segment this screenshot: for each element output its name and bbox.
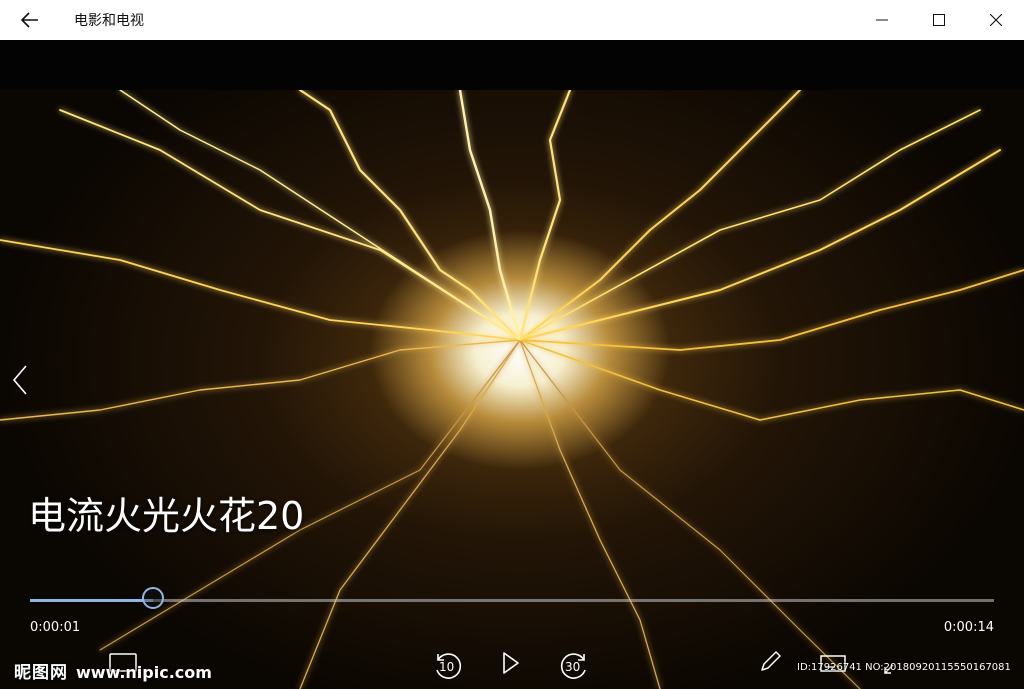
seek-bar[interactable]	[30, 587, 994, 609]
title-bar: 电影和电视	[0, 0, 1024, 40]
elapsed-time: 0:00:01	[30, 620, 81, 635]
maximize-icon	[932, 14, 945, 26]
app-title: 电影和电视	[74, 13, 144, 29]
skip-back-label: 10	[439, 660, 455, 674]
maximize-button[interactable]	[910, 0, 967, 40]
total-time: 0:00:14	[943, 620, 994, 635]
video-frame[interactable]: 电流火光火花20 0:00:01 0:00:14 10 30 昵图网 www.n…	[0, 90, 1024, 689]
skip-back-button[interactable]: 10	[430, 648, 466, 684]
close-icon	[989, 14, 1002, 26]
window-controls	[853, 0, 1024, 40]
watermark-brand: 昵图网 www.nipic.com	[14, 658, 212, 683]
minimize-icon	[875, 19, 888, 21]
back-button[interactable]	[0, 0, 60, 40]
arrow-left-icon	[21, 12, 38, 28]
chevron-left-icon	[12, 365, 27, 395]
close-button[interactable]	[967, 0, 1024, 40]
minimize-button[interactable]	[853, 0, 910, 40]
seek-progress	[30, 599, 154, 602]
watermark-url: www.nipic.com	[76, 663, 212, 682]
letterbox-band	[0, 40, 1024, 90]
watermark-brand-name: 昵图网	[14, 663, 68, 683]
pencil-icon	[761, 651, 781, 671]
watermark-id: ID:17926741 NO:20180920115550167081	[797, 662, 1011, 673]
play-icon	[503, 652, 519, 674]
video-title: 电流火光火花20	[28, 494, 305, 538]
skip-forward-label: 30	[565, 660, 581, 674]
skip-forward-button[interactable]: 30	[556, 648, 592, 684]
previous-button[interactable]	[6, 360, 34, 400]
play-button[interactable]	[496, 648, 526, 678]
edit-button[interactable]	[756, 646, 786, 676]
